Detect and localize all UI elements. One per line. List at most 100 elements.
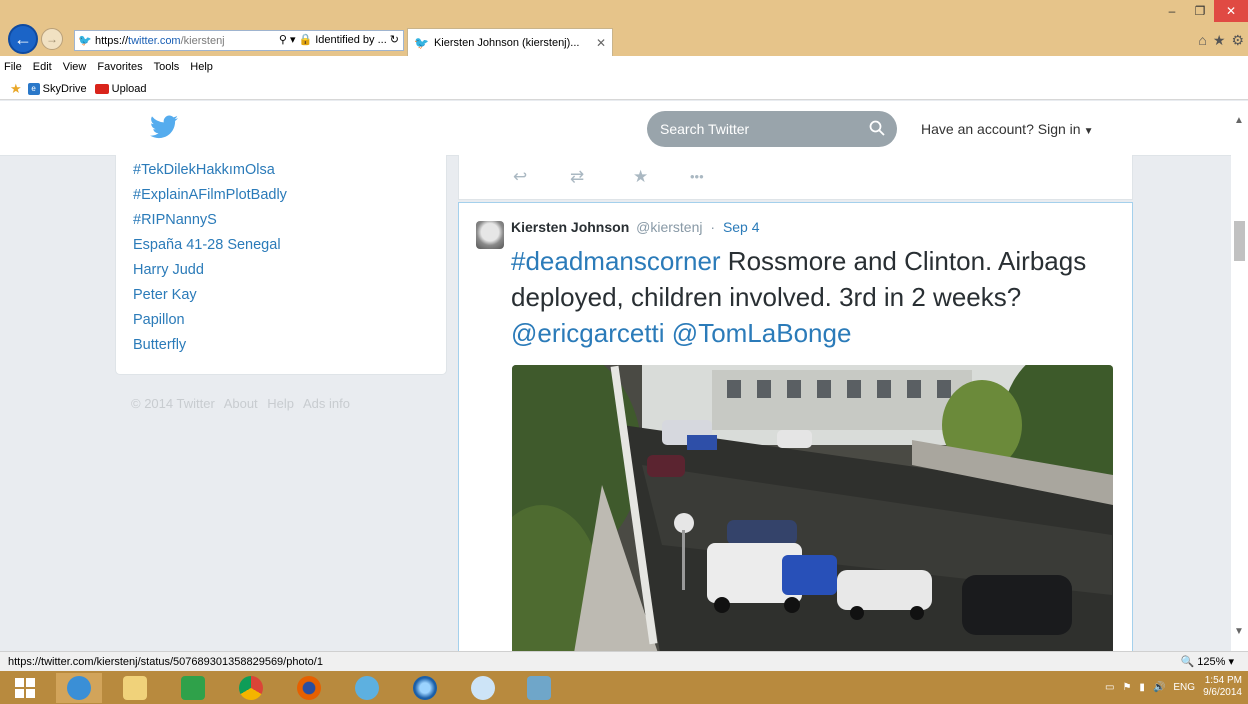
favorite-star-icon[interactable]: ★ — [633, 167, 648, 187]
retweet-icon[interactable]: ⇄ — [570, 167, 584, 187]
mention-link[interactable]: @ericgarcetti — [511, 318, 665, 348]
address-actions: ⚲ ▾ 🔒 Identified by ... ↻ — [279, 33, 399, 47]
favorite-upload[interactable]: Upload — [94, 83, 147, 95]
trend-link[interactable]: Butterfly — [133, 333, 287, 358]
taskbar-explorer[interactable] — [112, 673, 158, 703]
file-explorer-icon — [123, 676, 147, 700]
about-link[interactable]: About — [224, 396, 258, 411]
home-icon[interactable]: ⌂ — [1198, 32, 1206, 49]
favorite-skydrive[interactable]: e SkyDrive — [27, 82, 87, 95]
menu-help[interactable]: Help — [190, 61, 213, 73]
menu-edit[interactable]: Edit — [33, 61, 52, 73]
footer-links: © 2014 Twitter About Help Ads info — [131, 396, 356, 411]
menu-file[interactable]: File — [4, 61, 22, 73]
window-controls: – ❐ ✕ — [1158, 0, 1248, 22]
taskbar-ie[interactable] — [56, 673, 102, 703]
tweet-stream: ↩ ⇄ ★ ••• Kiersten Johnson @kierstenj · … — [458, 155, 1133, 651]
settings-gear-icon[interactable]: ⚙ — [1231, 32, 1244, 49]
clock-time: 1:54 PM — [1204, 675, 1242, 686]
more-icon[interactable]: ••• — [690, 169, 704, 184]
menu-tools[interactable]: Tools — [154, 61, 180, 73]
taskbar-people[interactable] — [344, 673, 390, 703]
browser-right-icons: ⌂ ★ ⚙ — [1198, 32, 1244, 49]
system-tray: ▭ ⚑ ▮ 🔊 ENG 1:54 PM 9/6/2014 — [1105, 675, 1242, 699]
photos-icon — [527, 676, 551, 700]
clock-date: 9/6/2014 — [1203, 687, 1242, 698]
trend-link[interactable]: Papillon — [133, 308, 287, 333]
scroll-up-icon[interactable]: ▲ — [1234, 115, 1244, 126]
zoom-icon: 🔍 — [1180, 656, 1195, 668]
taskbar-photos[interactable] — [516, 673, 562, 703]
tab-active[interactable]: 🐦 Kiersten Johnson (kierstenj)... ✕ — [407, 28, 613, 56]
zoom-value: 125% — [1197, 656, 1226, 668]
help-link[interactable]: Help — [267, 396, 294, 411]
tweet-text: #deadmanscorner Rossmore and Clinton. Ai… — [511, 243, 1111, 351]
start-button[interactable] — [2, 673, 48, 703]
volume-icon[interactable]: 🔊 — [1153, 682, 1165, 693]
language-indicator[interactable]: ENG — [1173, 682, 1195, 693]
hashtag-link[interactable]: #deadmanscorner — [511, 246, 721, 276]
taskbar-app[interactable] — [402, 673, 448, 703]
search-placeholder: Search Twitter — [660, 121, 750, 137]
mention-link[interactable]: @TomLaBonge — [672, 318, 852, 348]
trends-card: #TekDilekHakkımOlsa #ExplainAFilmPlotBad… — [115, 155, 447, 375]
search-input[interactable]: Search Twitter — [647, 111, 897, 147]
skydrive-icon: e — [27, 82, 40, 95]
taskbar-store[interactable] — [170, 673, 216, 703]
back-button[interactable]: ← — [8, 24, 38, 54]
people-icon — [355, 676, 379, 700]
tweet-author-name[interactable]: Kiersten Johnson — [511, 219, 629, 235]
tweet[interactable]: Kiersten Johnson @kierstenj · Sep 4 #dea… — [458, 202, 1133, 651]
taskbar-chrome[interactable] — [228, 673, 274, 703]
scrollbar-thumb[interactable] — [1234, 221, 1245, 261]
browser-titlebar: ← → 🐦 https:// twitter.com /kierstenj ⚲ … — [0, 0, 1248, 56]
menu-view[interactable]: View — [63, 61, 87, 73]
trend-link[interactable]: España 41-28 Senegal — [133, 233, 287, 258]
chrome-icon — [239, 676, 263, 700]
clock[interactable]: 1:54 PM 9/6/2014 — [1203, 675, 1242, 699]
zoom-level[interactable]: 🔍 125% ▾ — [1181, 655, 1234, 668]
tweet-date-link[interactable]: Sep 4 — [723, 219, 760, 235]
restore-button[interactable]: ❐ — [1186, 0, 1214, 22]
flag-icon[interactable]: ⚑ — [1122, 682, 1131, 693]
search-dropdown-icon[interactable]: ⚲ ▾ — [279, 33, 296, 46]
internet-explorer-icon — [67, 676, 91, 700]
forward-button[interactable]: → — [41, 28, 63, 50]
twitter-bird-logo-icon[interactable] — [150, 115, 178, 139]
tweet-author-handle[interactable]: @kierstenj — [636, 219, 702, 235]
menu-favorites[interactable]: Favorites — [97, 61, 142, 73]
lock-icon[interactable]: 🔒 — [299, 33, 313, 46]
add-favorite-star-icon[interactable]: ★ — [10, 81, 22, 97]
tweet-photo[interactable] — [512, 365, 1113, 651]
trend-link[interactable]: Peter Kay — [133, 283, 287, 308]
close-window-button[interactable]: ✕ — [1214, 0, 1248, 22]
firefox-icon — [297, 676, 321, 700]
minimize-button[interactable]: – — [1158, 0, 1186, 22]
status-url: https://twitter.com/kierstenj/status/507… — [8, 655, 323, 668]
identity-label[interactable]: Identified by ... — [315, 34, 387, 46]
url-host: twitter.com — [128, 34, 181, 47]
trend-link[interactable]: Harry Judd — [133, 258, 287, 283]
trend-link[interactable]: #ExplainAFilmPlotBadly — [133, 183, 287, 208]
trend-link[interactable]: #TekDilekHakkımOlsa — [133, 158, 287, 183]
ads-info-link[interactable]: Ads info — [303, 396, 350, 411]
favorites-star-icon[interactable]: ★ — [1213, 32, 1226, 49]
reply-icon[interactable]: ↩ — [513, 167, 527, 187]
paint-icon — [471, 676, 495, 700]
tab-close-icon[interactable]: ✕ — [596, 36, 606, 50]
scroll-down-icon[interactable]: ▼ — [1234, 626, 1244, 637]
address-bar[interactable]: 🐦 https:// twitter.com /kierstenj ⚲ ▾ 🔒 … — [74, 30, 404, 51]
search-icon[interactable] — [869, 120, 885, 136]
refresh-icon[interactable]: ↻ — [390, 33, 399, 46]
app-icon — [413, 676, 437, 700]
page-scrollbar[interactable]: ▲ ▼ — [1231, 101, 1248, 651]
trend-link[interactable]: #RIPNannyS — [133, 208, 287, 233]
battery-icon[interactable]: ▮ — [1139, 682, 1145, 693]
signin-dropdown[interactable]: Have an account? Sign in ▼ — [921, 121, 1093, 137]
network-icon[interactable]: ▭ — [1105, 682, 1114, 693]
favorite-label: SkyDrive — [42, 82, 87, 95]
avatar[interactable] — [476, 221, 504, 249]
favorites-bar: ★ e SkyDrive Upload — [0, 78, 1248, 100]
taskbar-paint[interactable] — [460, 673, 506, 703]
taskbar-firefox[interactable] — [286, 673, 332, 703]
